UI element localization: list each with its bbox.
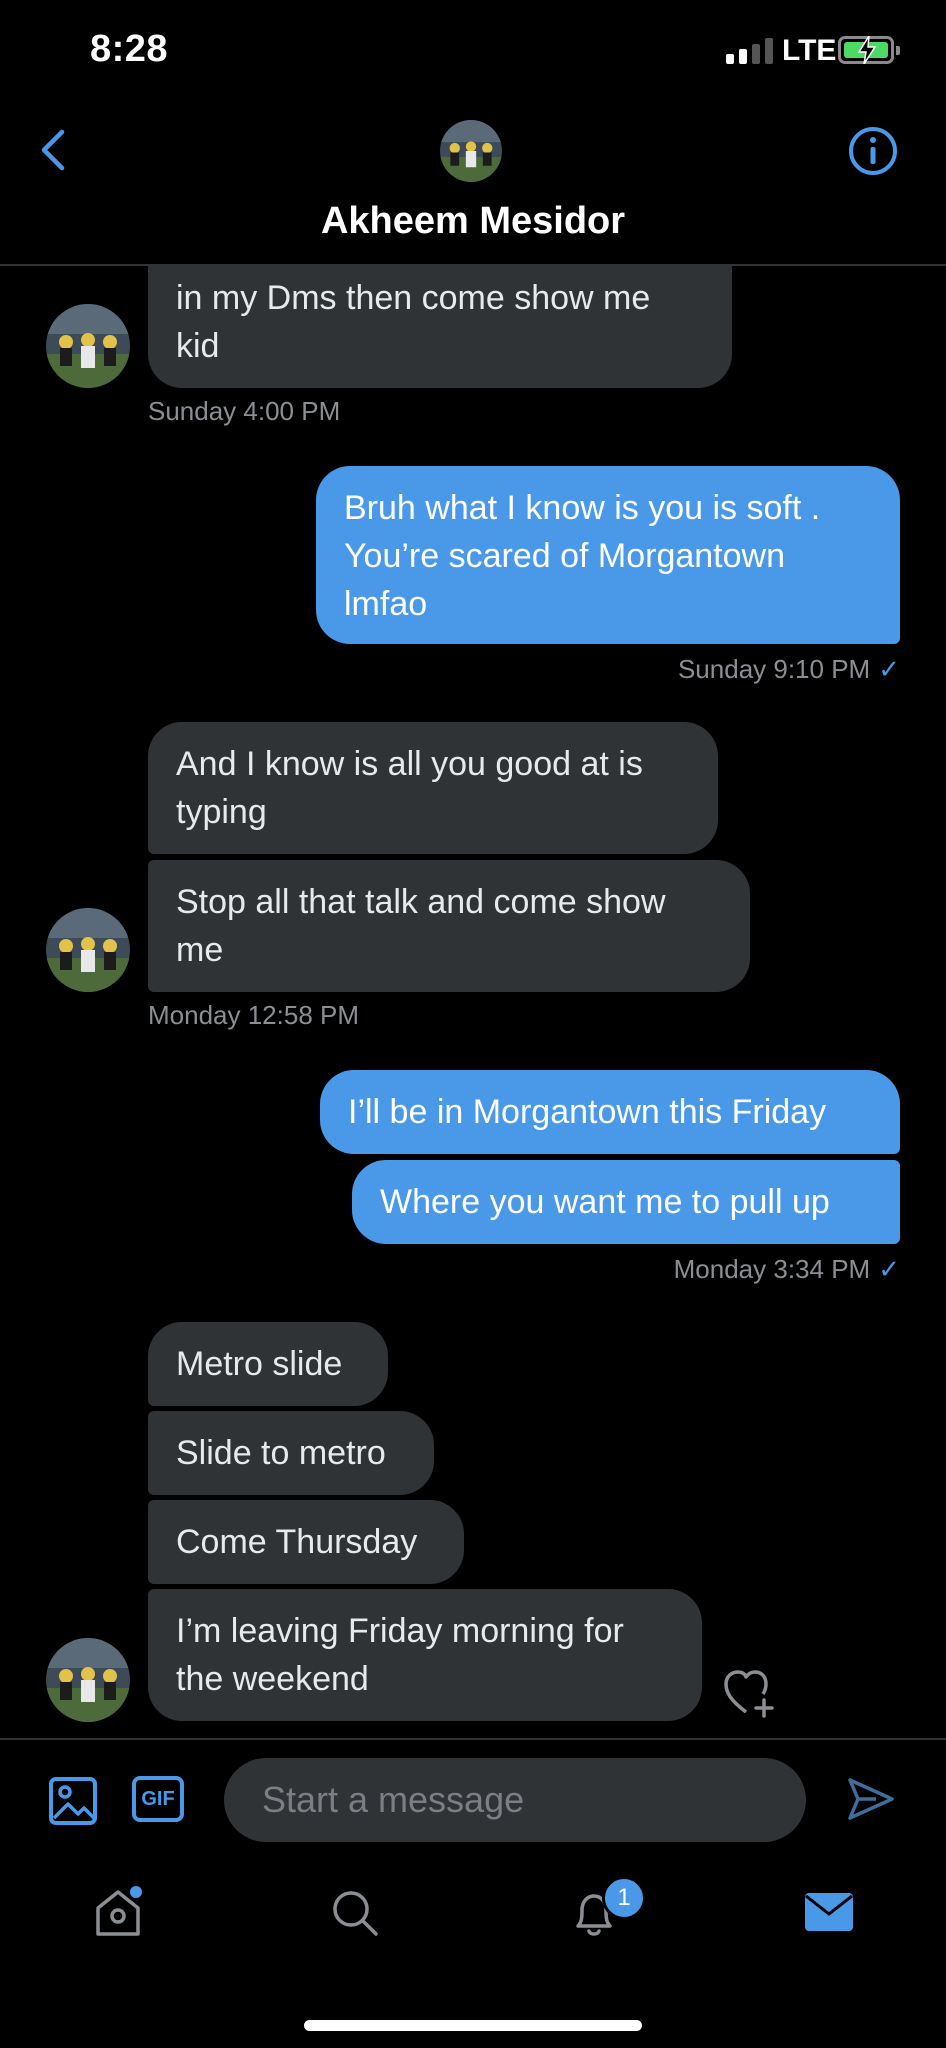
incoming-message[interactable]: And I know is all you good at is typing <box>148 722 718 854</box>
send-icon[interactable] <box>846 1776 896 1822</box>
message-timestamp: Monday 3:34 PM ✓ <box>673 1254 900 1284</box>
search-icon[interactable] <box>330 1888 380 1938</box>
incoming-message[interactable]: Stop all that talk and come show me <box>148 860 750 992</box>
back-chevron-icon[interactable] <box>38 128 68 172</box>
info-icon[interactable] <box>848 126 898 176</box>
read-check-icon: ✓ <box>878 1254 900 1284</box>
gif-button[interactable]: GIF <box>132 1776 184 1822</box>
outgoing-message[interactable]: I’ll be in Morgantown this Friday <box>320 1070 900 1154</box>
contact-name[interactable]: Akheem Mesidor <box>0 200 946 243</box>
status-time: 8:28 <box>90 28 169 70</box>
contact-avatar[interactable] <box>46 1638 130 1722</box>
contact-avatar[interactable] <box>46 908 130 992</box>
home-indicator[interactable] <box>304 2020 642 2031</box>
outgoing-message[interactable]: Where you want me to pull up <box>352 1160 900 1244</box>
outgoing-message[interactable]: Bruh what I know is you is soft . You’re… <box>316 466 900 644</box>
network-label: LTE <box>782 34 837 67</box>
notifications-badge: 1 <box>602 1876 646 1920</box>
message-timestamp: Sunday 9:10 PM ✓ <box>677 654 900 684</box>
incoming-message[interactable]: Come Thursday <box>148 1500 464 1584</box>
incoming-message[interactable]: in my Dms then come show me kid <box>148 266 732 388</box>
like-heart-icon[interactable] <box>722 1668 776 1720</box>
read-check-icon: ✓ <box>878 654 900 684</box>
incoming-message[interactable]: Slide to metro <box>148 1411 434 1495</box>
messages-mail-icon[interactable] <box>804 1892 854 1932</box>
contact-avatar[interactable] <box>440 120 502 182</box>
incoming-message[interactable]: I’m leaving Friday morning for the weeke… <box>148 1589 702 1721</box>
battery-icon <box>838 36 900 64</box>
image-icon[interactable] <box>48 1776 98 1826</box>
incoming-message[interactable]: Metro slide <box>148 1322 388 1406</box>
home-icon[interactable] <box>92 1886 144 1940</box>
message-timestamp: Monday 12:58 PM <box>148 1000 360 1030</box>
message-input[interactable] <box>224 1758 806 1842</box>
contact-avatar[interactable] <box>46 304 130 388</box>
message-timestamp: Sunday 4:00 PM <box>148 396 341 426</box>
signal-icon <box>726 38 773 64</box>
compose-divider <box>0 1738 946 1740</box>
